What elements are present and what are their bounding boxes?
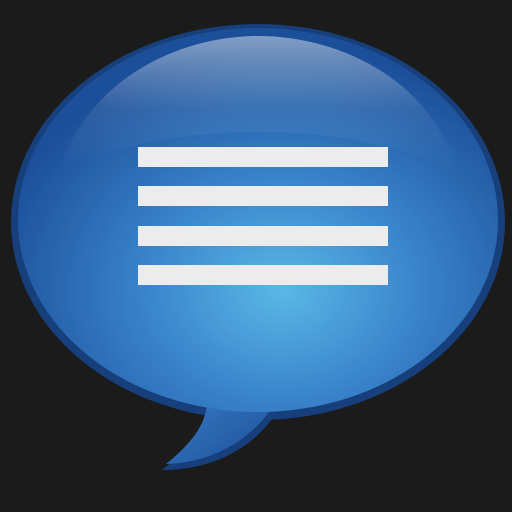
app-icon-canvas [0,0,512,512]
text-line [138,265,388,285]
text-line [138,226,388,246]
text-line [138,186,388,206]
text-line [138,147,388,167]
speech-bubble-message-icon[interactable] [0,0,512,512]
